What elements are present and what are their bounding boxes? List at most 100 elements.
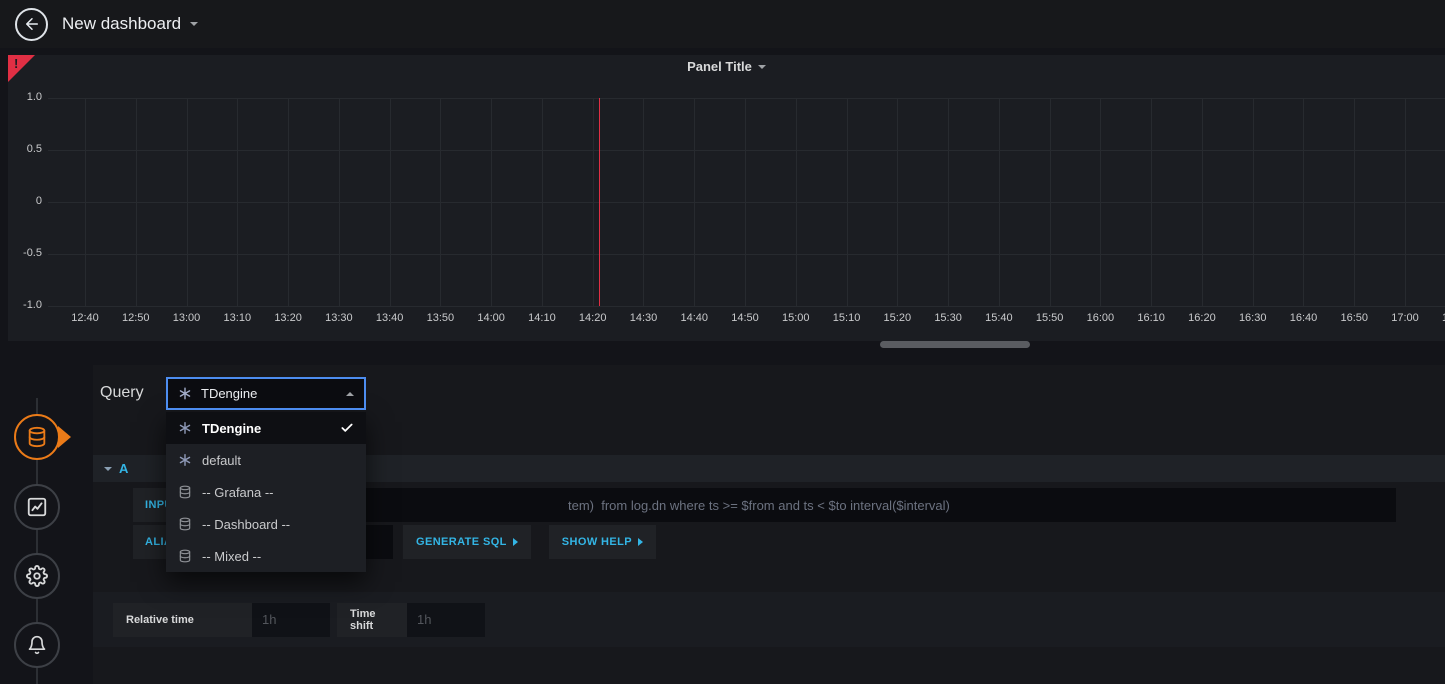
topbar: New dashboard [0,0,1445,48]
datasource-option-label: -- Grafana -- [202,485,274,500]
horizontal-scrollbar[interactable] [880,341,1030,348]
chevron-down-icon [758,65,766,69]
plugin-icon [178,386,192,401]
grid-line-vertical [1202,98,1203,306]
x-axis-label: 13:10 [215,312,259,324]
error-exclamation: ! [14,56,18,71]
x-axis-label: 15:10 [825,312,869,324]
grid-line-vertical [85,98,86,306]
relative-time-input[interactable] [252,603,330,637]
x-axis-label: 16:20 [1180,312,1224,324]
y-axis-label: -1.0 [8,299,42,311]
grid-line-vertical [593,98,594,306]
grid-line-vertical [1354,98,1355,306]
chart-icon [26,496,48,518]
bell-icon [27,635,47,655]
datasource-option-tdengine[interactable]: TDengine [166,412,366,444]
y-axis-label: -0.5 [8,247,42,259]
grid-line-vertical [796,98,797,306]
grid-line-vertical [187,98,188,306]
x-axis-label: 13:40 [368,312,412,324]
x-axis-label: 16:00 [1078,312,1122,324]
grid-line-vertical [999,98,1000,306]
x-axis-label: 12:40 [63,312,107,324]
plugin-icon [178,421,192,435]
grid-line-horizontal [48,254,1445,255]
chevron-down-icon [104,467,112,471]
tab-queries[interactable] [14,414,60,460]
panel-error-corner[interactable] [8,55,35,82]
panel-title-menu[interactable]: Panel Title [8,59,1445,74]
annotation-line [599,98,600,306]
grid-line-vertical [390,98,391,306]
datasource-option-grafana[interactable]: -- Grafana -- [166,476,366,508]
grid-line-vertical [339,98,340,306]
grid-line-vertical [1303,98,1304,306]
grid-line-vertical [288,98,289,306]
show-help-button[interactable]: SHOW HELP [549,525,656,559]
x-axis-label: 13:50 [418,312,462,324]
grafana-app: New dashboard ! Panel Title 1.00.50-0.5-… [0,0,1445,684]
grid-line-vertical [643,98,644,306]
dashboard-title-dropdown[interactable]: New dashboard [62,14,198,34]
x-axis-label: 16:10 [1129,312,1173,324]
grid-line-vertical [1151,98,1152,306]
chevron-right-icon [513,538,518,546]
x-axis-label: 15:40 [977,312,1021,324]
tab-alert[interactable] [14,622,60,668]
datasource-option-label: TDengine [202,421,261,436]
time-shift-input[interactable] [407,603,485,637]
generate-sql-button[interactable]: GENERATE SQL [403,525,531,559]
y-axis-label: 0.5 [8,143,42,155]
gear-icon [26,565,48,587]
grid-line-vertical [694,98,695,306]
grid-line-vertical [745,98,746,306]
sql-text: tem) from log.dn where ts >= $from and t… [568,498,950,513]
x-axis-label: 14:30 [621,312,665,324]
grid-line-horizontal [48,306,1445,307]
x-axis-label: 16:40 [1281,312,1325,324]
tab-general[interactable] [14,553,60,599]
check-icon [340,421,354,435]
x-axis-label: 14:10 [520,312,564,324]
x-axis-label: 13:00 [165,312,209,324]
grid-line-vertical [1050,98,1051,306]
grid-line-horizontal [48,150,1445,151]
time-options-band: Relative time Time shift [93,592,1445,647]
datasource-option-mixed[interactable]: -- Mixed -- [166,540,366,572]
panel-title: Panel Title [687,59,752,74]
x-axis-label: 17:00 [1383,312,1427,324]
x-axis-label: 14:40 [672,312,716,324]
graph-panel: ! Panel Title 1.00.50-0.5-1.012:4012:501… [8,55,1445,341]
datasource-option-default[interactable]: default [166,444,366,476]
grid-line-vertical [136,98,137,306]
generate-sql-label: GENERATE SQL [416,536,507,548]
x-axis-label: 15:00 [774,312,818,324]
tab-visualization[interactable] [14,484,60,530]
back-button[interactable] [15,8,48,41]
x-axis-label: 15:20 [875,312,919,324]
grid-line-vertical [237,98,238,306]
plot-area: 1.00.50-0.5-1.012:4012:5013:0013:1013:20… [8,55,1445,341]
datasource-option-label: -- Mixed -- [202,549,261,564]
grid-line-vertical [491,98,492,306]
datasource-option-dashboard[interactable]: -- Dashboard -- [166,508,366,540]
datasource-picker[interactable]: TDengine [166,377,366,410]
sql-input[interactable]: tem) from log.dn where ts >= $from and t… [240,488,1396,522]
show-help-label: SHOW HELP [562,536,632,548]
x-axis-label: 16:30 [1231,312,1275,324]
datasource-selected-value: TDengine [201,386,337,401]
datasource-option-label: -- Dashboard -- [202,517,290,532]
grid-line-vertical [542,98,543,306]
dashboard-title: New dashboard [62,14,181,34]
x-axis-label: 14:00 [469,312,513,324]
grid-line-vertical [1100,98,1101,306]
x-axis-label: 13:30 [317,312,361,324]
database-icon [178,517,192,531]
y-axis-label: 0 [8,195,42,207]
y-axis-label: 1.0 [8,91,42,103]
database-icon [178,549,192,563]
query-ref-id: A [119,461,128,476]
chevron-down-icon [190,22,198,26]
grid-line-vertical [440,98,441,306]
